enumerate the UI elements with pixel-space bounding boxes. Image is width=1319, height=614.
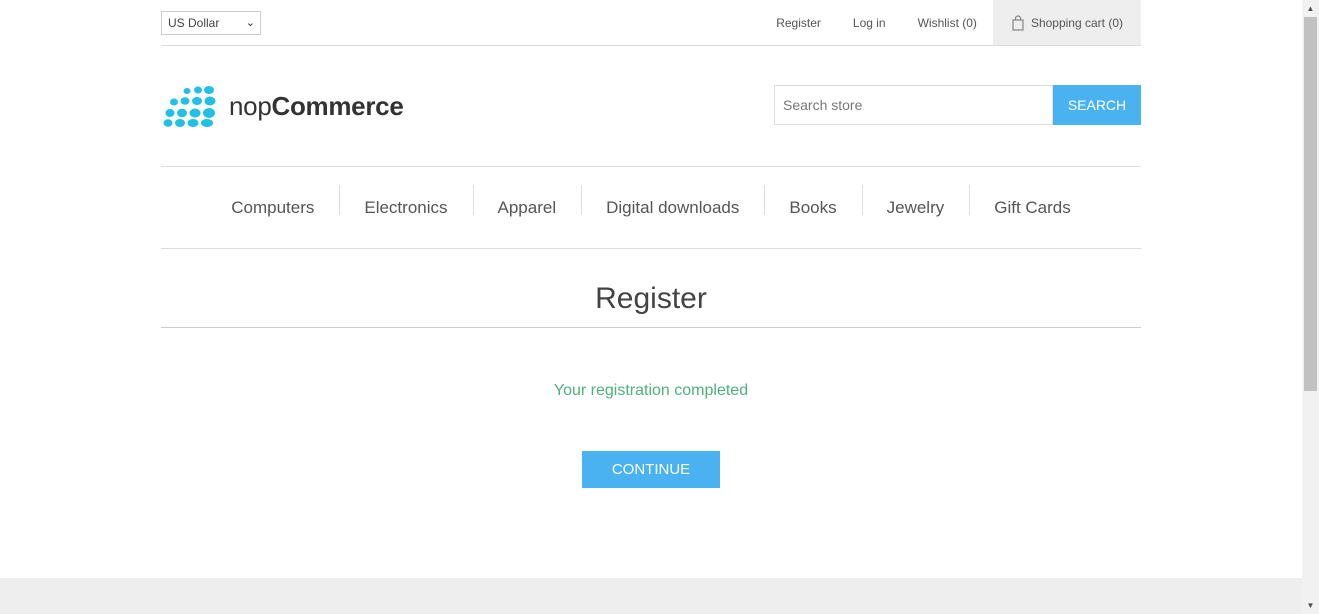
header-upper: US Dollar ⌄ Register Log in Wishlist (0)… <box>161 0 1141 46</box>
logo-dots-icon <box>163 86 216 127</box>
footer <box>0 578 1302 614</box>
menu-item-computers[interactable]: Computers <box>206 198 339 218</box>
currency-value: US Dollar <box>168 16 220 30</box>
menu-item-electronics[interactable]: Electronics <box>339 184 472 218</box>
logo-suffix: Commerce <box>271 90 404 121</box>
shopping-bag-icon <box>1012 14 1024 31</box>
vertical-scrollbar[interactable]: ▲ ▼ <box>1302 0 1319 614</box>
register-link[interactable]: Register <box>776 16 821 30</box>
menu-item-gift-cards[interactable]: Gift Cards <box>969 184 1096 218</box>
logo-prefix: nop <box>229 90 272 121</box>
search-button[interactable]: SEARCH <box>1053 85 1141 125</box>
header-links: Register Log in Wishlist (0) Shopping ca… <box>776 0 1141 45</box>
scrollbar-thumb[interactable] <box>1304 17 1317 391</box>
menu-item-jewelry[interactable]: Jewelry <box>861 184 970 218</box>
search-input[interactable]: Search store <box>774 85 1053 125</box>
menu-item-books[interactable]: Books <box>764 184 861 218</box>
search-box: Search store SEARCH <box>774 85 1141 125</box>
registration-result-message: Your registration completed <box>553 382 749 399</box>
scroll-up-arrow-icon[interactable]: ▲ <box>1302 0 1319 17</box>
scroll-down-arrow-icon[interactable]: ▼ <box>1302 597 1319 614</box>
menu-item-apparel[interactable]: Apparel <box>472 184 582 218</box>
page-title: Register <box>161 282 1141 328</box>
continue-button[interactable]: CONTINUE <box>582 451 720 488</box>
menu-item-digital-downloads[interactable]: Digital downloads <box>581 184 764 218</box>
shopping-cart-label: Shopping cart (0) <box>1030 15 1123 30</box>
chevron-down-icon: ⌄ <box>245 17 255 29</box>
currency-selector[interactable]: US Dollar ⌄ <box>161 11 261 35</box>
login-link[interactable]: Log in <box>853 16 886 30</box>
top-menu: Computers Electronics Apparel Digital do… <box>161 166 1141 249</box>
shopping-cart-link[interactable]: Shopping cart (0) <box>992 0 1141 45</box>
wishlist-link[interactable]: Wishlist (0) <box>918 16 977 30</box>
logo-text: nopCommerce <box>229 90 404 122</box>
store-logo[interactable]: nopCommerce <box>163 85 404 127</box>
